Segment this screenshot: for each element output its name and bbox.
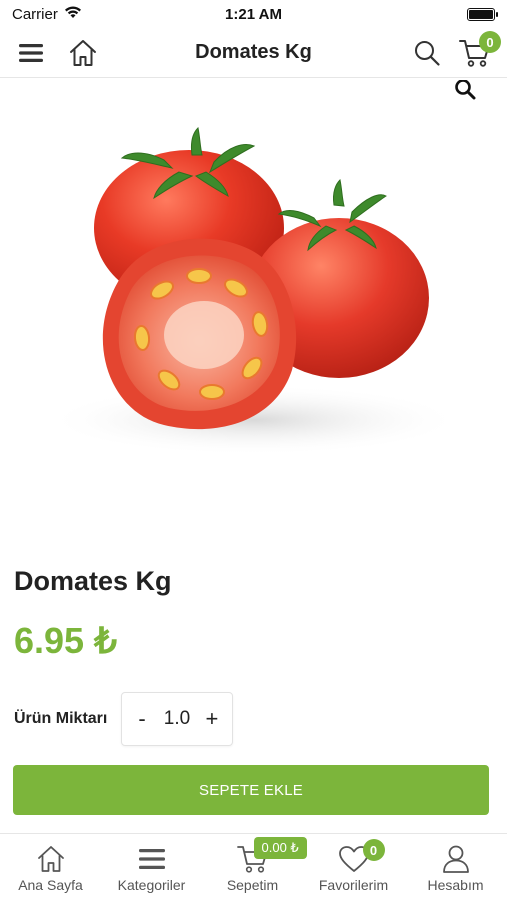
header-cart-button[interactable]: 0 — [455, 31, 501, 72]
quantity-stepper: - 1.0 + — [121, 692, 233, 746]
user-icon — [439, 843, 473, 875]
tab-favorites-label: Favorilerim — [318, 877, 389, 893]
battery-icon — [467, 7, 498, 21]
tab-categories-label: Kategoriler — [117, 877, 186, 893]
app-header: Domates Kg 0 — [0, 28, 507, 78]
zoom-icon[interactable] — [454, 80, 486, 104]
tab-favorites[interactable]: 0 Favorilerim — [303, 834, 404, 900]
product-image[interactable] — [14, 80, 494, 528]
tab-home[interactable]: Ana Sayfa — [0, 834, 101, 900]
search-icon[interactable] — [410, 36, 444, 70]
menu-icon[interactable] — [16, 40, 46, 66]
tab-account[interactable]: Hesabım — [405, 834, 506, 900]
quantity-label: Ürün Miktarı — [14, 710, 108, 727]
quantity-row: Ürün Miktarı - 1.0 + — [14, 692, 233, 746]
status-bar: Carrier 1:21 AM — [0, 0, 507, 28]
product-name: Domates Kg — [14, 566, 172, 596]
carrier-label: Carrier — [12, 5, 58, 23]
status-left: Carrier — [12, 5, 82, 23]
categories-icon — [135, 843, 169, 875]
cart-count-badge: 0 — [479, 31, 501, 53]
tab-home-label: Ana Sayfa — [18, 877, 83, 893]
quantity-value[interactable]: 1.0 — [164, 708, 190, 730]
heart-icon: 0 — [337, 839, 385, 875]
tab-categories[interactable]: Kategoriler — [101, 834, 202, 900]
product-price: 6.95 ₺ — [14, 620, 117, 661]
home-icon — [34, 843, 68, 875]
cart-icon: 0.00 ₺ — [236, 837, 307, 875]
quantity-increase-button[interactable]: + — [202, 708, 222, 730]
home-icon[interactable] — [66, 36, 100, 70]
add-to-cart-button[interactable]: SEPETE EKLE — [13, 765, 489, 815]
cart-total-badge: 0.00 ₺ — [253, 837, 307, 859]
wifi-icon — [64, 5, 82, 23]
favorites-count-badge: 0 — [362, 839, 385, 861]
tab-cart[interactable]: 0.00 ₺ Sepetim — [202, 834, 307, 900]
quantity-decrease-button[interactable]: - — [132, 708, 152, 730]
tab-account-label: Hesabım — [427, 877, 484, 893]
tab-bar: Ana Sayfa Kategoriler 0.00 ₺ Sepetim 0 F… — [0, 833, 507, 900]
tab-cart-label: Sepetim — [226, 877, 279, 893]
